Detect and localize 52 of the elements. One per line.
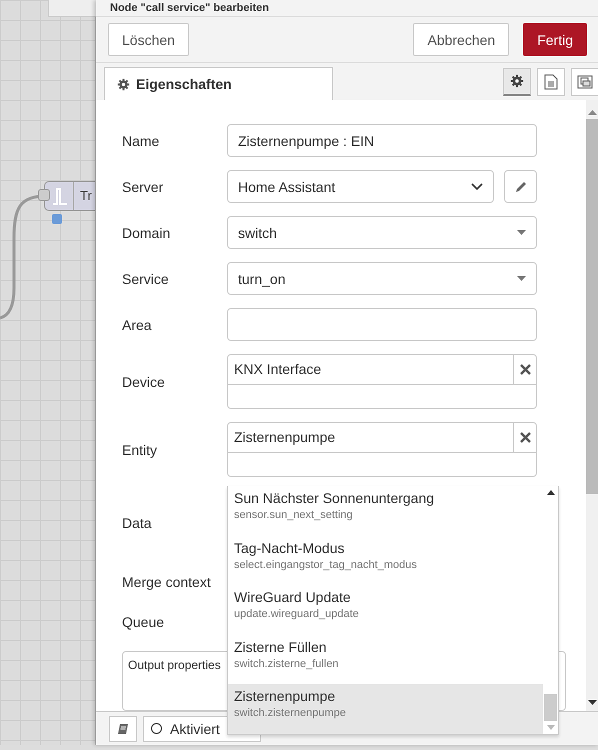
field-label: Name bbox=[122, 132, 160, 148]
frame-icon bbox=[576, 74, 594, 90]
entity-option[interactable]: Zisternenpumpe switch.zisternenpumpe bbox=[228, 684, 543, 734]
done-button[interactable]: Fertig bbox=[523, 23, 587, 56]
scroll-up-icon[interactable] bbox=[546, 490, 554, 495]
book-icon bbox=[117, 722, 129, 734]
node-label: Tr bbox=[73, 182, 92, 210]
field-label: Data bbox=[122, 514, 153, 531]
flow-node[interactable]: Tr bbox=[44, 181, 95, 211]
edit-button[interactable] bbox=[504, 170, 537, 203]
tag-field[interactable]: Zisternenpumpe bbox=[227, 422, 537, 478]
caret-down-icon bbox=[517, 230, 526, 235]
field-label: Merge context bbox=[122, 574, 212, 590]
pencil-icon bbox=[514, 180, 528, 194]
help-button[interactable] bbox=[109, 716, 137, 742]
entity-option[interactable]: Sun Nächster Sonnenuntergang sensor.sun_next_setting bbox=[228, 486, 543, 536]
gear-icon bbox=[510, 74, 524, 88]
chevron-down-icon bbox=[471, 182, 483, 190]
entity-option[interactable]: Zisterne Füllen switch.zisterne_fullen bbox=[228, 634, 543, 684]
properties-tab[interactable]: Eigenschaften bbox=[104, 67, 333, 100]
entity-option[interactable]: WireGuard Update update.wireguard_update bbox=[228, 585, 543, 635]
field-label: Entity bbox=[122, 442, 158, 458]
scroll-down-icon[interactable] bbox=[588, 700, 597, 705]
document-icon bbox=[544, 74, 558, 90]
scroll-thumb[interactable] bbox=[544, 694, 557, 721]
dialog-title: Node "call service" bearbeiten bbox=[109, 1, 270, 16]
appearance-tab[interactable] bbox=[571, 68, 598, 96]
gear-icon bbox=[117, 78, 130, 90]
scroll-thumb[interactable] bbox=[586, 119, 598, 494]
input-port[interactable] bbox=[38, 189, 50, 201]
combo-field[interactable]: turn_on bbox=[227, 262, 537, 295]
delete-button[interactable]: Löschen bbox=[108, 23, 189, 56]
scrollbar[interactable] bbox=[586, 100, 598, 711]
field-label: Domain bbox=[122, 224, 172, 240]
field-label: Queue bbox=[122, 614, 166, 630]
settings-tab[interactable] bbox=[503, 68, 531, 96]
server-select[interactable]: Home Assistant bbox=[227, 170, 494, 203]
tag-field[interactable]: KNX Interface bbox=[227, 354, 537, 410]
field-label: Area bbox=[122, 316, 153, 332]
combo-field[interactable]: switch bbox=[227, 216, 537, 249]
panel-title: Output properties bbox=[128, 658, 221, 672]
field-label: Service bbox=[122, 270, 170, 286]
field-label: Device bbox=[122, 374, 166, 390]
text-field[interactable]: Zisternenpumpe : EIN bbox=[227, 124, 537, 157]
entity-option[interactable]: Tag-Nacht-Modus select.eingangstor_tag_nacht_modus bbox=[228, 536, 543, 586]
cancel-button[interactable]: Abbrechen bbox=[413, 23, 510, 56]
output-port[interactable] bbox=[52, 214, 62, 224]
description-tab[interactable] bbox=[537, 68, 565, 96]
field-label: Server bbox=[122, 178, 164, 194]
caret-down-icon bbox=[517, 276, 526, 281]
pulse-icon bbox=[51, 186, 69, 206]
text-field[interactable] bbox=[227, 308, 537, 341]
